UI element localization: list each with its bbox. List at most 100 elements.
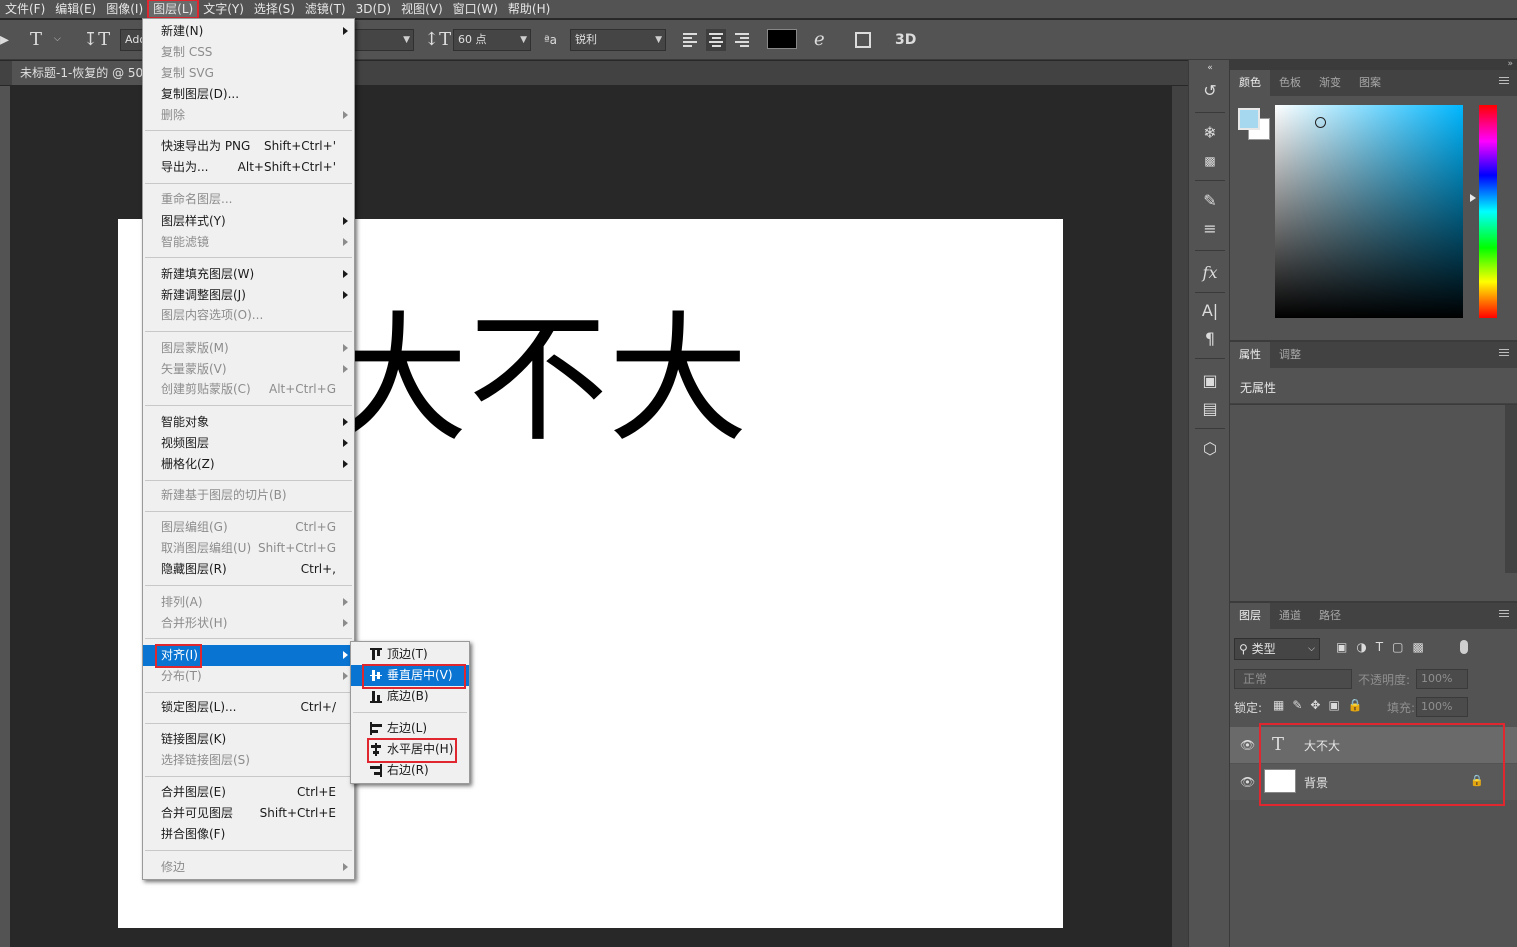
menu-view[interactable]: 视图(V) (396, 0, 448, 18)
menu-item-layer-style[interactable]: 图层样式(Y) (143, 211, 354, 232)
align-hcenter-item[interactable]: 水平居中(H) (351, 739, 469, 760)
menu-type[interactable]: 文字(Y) (198, 0, 249, 18)
menu-item-flatten[interactable]: 拼合图像(F) (143, 824, 354, 845)
paragraph-icon[interactable]: ¶ (1199, 328, 1221, 350)
libraries-icon[interactable]: ▣ (1199, 370, 1221, 392)
align-right-icon[interactable] (732, 29, 752, 51)
menu-item-select-linked[interactable]: 选择链接图层(S) (143, 750, 354, 771)
text-color-swatch[interactable] (767, 29, 797, 49)
menu-item-copy-css[interactable]: 复制 CSS (143, 42, 354, 63)
menu-item-export-as[interactable]: 导出为... Alt+Shift+Ctrl+' (143, 157, 354, 178)
menu-file[interactable]: 文件(F) (0, 0, 50, 18)
layer-filter-select[interactable]: ⚲ 类型 ⌵ (1234, 638, 1320, 660)
menu-filter[interactable]: 滤镜(T) (300, 0, 351, 18)
tab-properties[interactable]: 属性 (1230, 342, 1270, 368)
menu-item-smart-filter[interactable]: 智能滤镜 (143, 232, 354, 253)
type-tool-icon[interactable]: T (30, 29, 42, 51)
eye-icon[interactable]: 👁 (1240, 738, 1255, 752)
tab-color[interactable]: 颜色 (1230, 70, 1270, 96)
layer-row-background[interactable]: 👁 背景 🔒 (1230, 764, 1517, 800)
3d-cube-icon[interactable]: ⬡ (1199, 438, 1221, 460)
menu-item-merge[interactable]: 合并图层(E) Ctrl+E (143, 782, 354, 803)
menu-item-lock[interactable]: 锁定图层(L)... Ctrl+/ (143, 697, 354, 718)
document-tab[interactable]: 未标题-1-恢复的 @ 50% (12, 61, 163, 85)
collapse-panels-icon[interactable]: » (1507, 59, 1513, 69)
menu-item-new-adjust[interactable]: 新建调整图层(J) (143, 285, 354, 306)
eye-icon[interactable]: 👁 (1240, 775, 1255, 789)
threed-button[interactable]: 3D (895, 29, 916, 51)
panel-menu-icon[interactable] (1499, 349, 1509, 358)
menu-item-duplicate[interactable]: 复制图层(D)... (143, 84, 354, 105)
char-panel-icon[interactable] (855, 32, 871, 48)
tool-home-icon[interactable]: ▸ (0, 29, 9, 51)
blend-mode-select[interactable]: 正常 (1234, 669, 1352, 689)
align-vcenter-item[interactable]: 垂直居中(V) (351, 665, 469, 686)
tab-paths[interactable]: 路径 (1310, 603, 1350, 629)
history-icon[interactable]: ↺ (1199, 80, 1221, 102)
opacity-field[interactable]: 100% (1416, 669, 1468, 689)
panel-menu-icon[interactable] (1499, 77, 1509, 86)
layer-filter-icons[interactable]: ▣◑T▢▩ (1336, 640, 1433, 654)
menu-item-quick-export[interactable]: 快速导出为 PNG Shift+Ctrl+' (143, 136, 354, 157)
align-left-icon[interactable] (680, 29, 700, 51)
tab-swatches[interactable]: 色板 (1270, 70, 1310, 96)
menu-item-merge-visible[interactable]: 合并可见图层 Shift+Ctrl+E (143, 803, 354, 824)
lock-icons[interactable]: ▦✎✥▣🔒 (1273, 698, 1371, 712)
tab-channels[interactable]: 通道 (1270, 603, 1310, 629)
layer-row-text[interactable]: 👁 T 大不大 (1230, 727, 1517, 763)
menu-item-arrange[interactable]: 排列(A) (143, 592, 354, 613)
brush-settings-icon[interactable]: ❄ (1199, 122, 1221, 144)
menu-item-content-options[interactable]: 图层内容选项(O)... (143, 305, 354, 326)
tool-preset-chevron-icon[interactable]: ⌵ (54, 34, 61, 56)
menu-item-video-layer[interactable]: 视频图层 (143, 433, 354, 454)
align-right-item[interactable]: 右边(R) (351, 760, 469, 781)
foreground-swatch[interactable] (1238, 108, 1260, 130)
menu-item-distribute[interactable]: 分布(T) (143, 666, 354, 687)
menu-item-align[interactable]: 对齐(I) (143, 645, 354, 666)
menu-item-combine-shapes[interactable]: 合并形状(H) (143, 613, 354, 634)
menu-item-link[interactable]: 链接图层(K) (143, 729, 354, 750)
fill-field[interactable]: 100% (1416, 697, 1468, 717)
tab-gradients[interactable]: 渐变 (1310, 70, 1350, 96)
font-size-field[interactable]: 60 点 ▼ (453, 29, 531, 51)
menu-item-group[interactable]: 图层编组(G) Ctrl+G (143, 517, 354, 538)
panel-menu-icon[interactable] (1499, 610, 1509, 619)
histogram-icon[interactable]: ▩ (1199, 150, 1221, 172)
canvas-text-layer[interactable]: 大不大 (328, 311, 748, 451)
adjustments-icon[interactable]: ≡ (1199, 218, 1221, 240)
font-family-field[interactable]: Ado (120, 29, 146, 51)
color-picker-cursor[interactable] (1315, 117, 1326, 128)
menu-item-hide[interactable]: 隐藏图层(R) Ctrl+, (143, 559, 354, 580)
color-field[interactable] (1275, 105, 1463, 318)
menu-select[interactable]: 选择(S) (249, 0, 300, 18)
menu-item-rasterize[interactable]: 栅格化(Z) (143, 454, 354, 475)
filter-toggle[interactable] (1460, 640, 1468, 654)
menu-item-new-fill[interactable]: 新建填充图层(W) (143, 264, 354, 285)
menu-item-delete[interactable]: 删除 (143, 105, 354, 126)
menu-item-rename[interactable]: 重命名图层... (143, 189, 354, 210)
menu-item-layer-mask[interactable]: 图层蒙版(M) (143, 338, 354, 359)
menu-item-ungroup[interactable]: 取消图层编组(U) Shift+Ctrl+G (143, 538, 354, 559)
menu-3d[interactable]: 3D(D) (351, 0, 396, 18)
menu-window[interactable]: 窗口(W) (448, 0, 503, 18)
fx-icon[interactable]: fx (1199, 262, 1221, 284)
toggle-orientation-icon[interactable]: ↧T (83, 29, 110, 51)
notes-icon[interactable]: ▤ (1199, 398, 1221, 420)
align-left-item[interactable]: 左边(L) (351, 718, 469, 739)
properties-scrollbar[interactable] (1505, 405, 1517, 573)
font-style-field[interactable]: ▼ (354, 29, 414, 51)
align-center-icon[interactable] (706, 29, 726, 51)
menu-item-matting[interactable]: 修边 (143, 857, 354, 878)
menu-image[interactable]: 图像(I) (101, 0, 148, 18)
menu-item-new[interactable]: 新建(N) (143, 21, 354, 42)
menu-edit[interactable]: 编辑(E) (50, 0, 101, 18)
warp-text-icon[interactable]: ℯ (814, 29, 825, 51)
tab-patterns[interactable]: 图案 (1350, 70, 1390, 96)
character-icon[interactable]: A| (1199, 300, 1221, 322)
menu-item-vector-mask[interactable]: 矢量蒙版(V) (143, 359, 354, 380)
align-top-item[interactable]: 顶边(T) (351, 644, 469, 665)
layer-name[interactable]: 背景 (1304, 774, 1328, 791)
hue-slider-handle[interactable] (1470, 194, 1476, 202)
tab-adjustments[interactable]: 调整 (1270, 342, 1310, 368)
menu-item-clip-mask[interactable]: 创建剪贴蒙版(C) Alt+Ctrl+G (143, 379, 354, 400)
